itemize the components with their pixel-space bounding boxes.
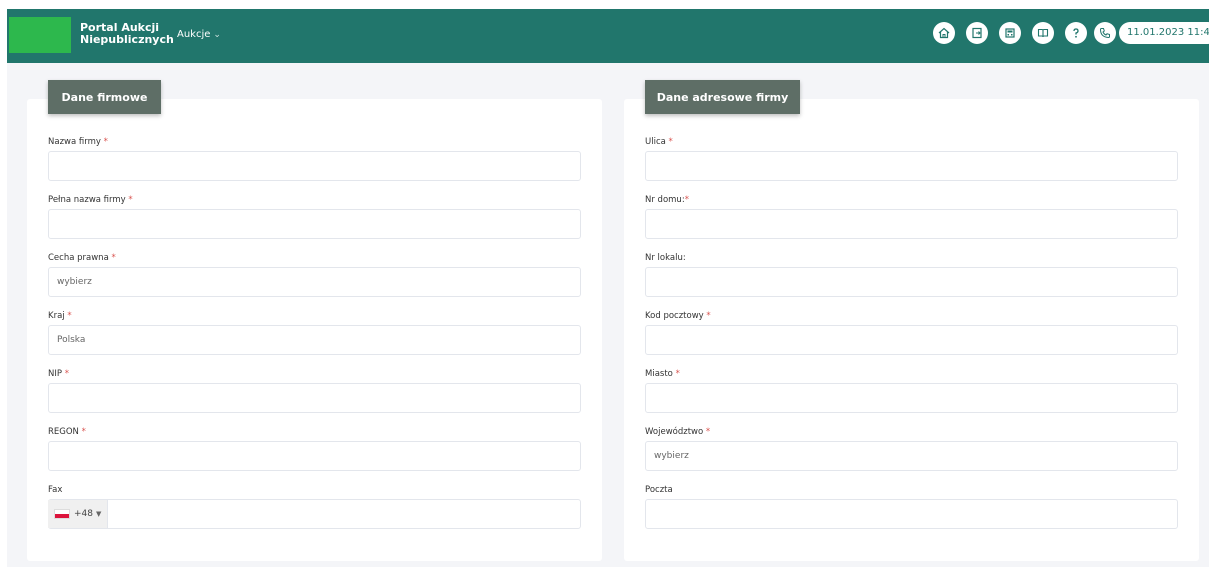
book-icon[interactable] xyxy=(1032,22,1054,44)
required-marker: * xyxy=(675,369,680,379)
house-number-input[interactable] xyxy=(645,209,1178,239)
post-office-input[interactable] xyxy=(645,499,1178,529)
logout-icon[interactable] xyxy=(966,22,988,44)
logo[interactable] xyxy=(9,17,71,53)
address-card-title: Dane adresowe firmy xyxy=(645,80,800,114)
label-text: Nr domu: xyxy=(645,195,685,205)
required-marker: * xyxy=(668,137,673,147)
required-marker: * xyxy=(67,311,72,321)
full-company-name-input[interactable] xyxy=(48,209,581,239)
label-text: REGON xyxy=(48,427,79,437)
menu-aukcje[interactable]: Aukcje ⌄ xyxy=(177,29,221,40)
home-icon[interactable] xyxy=(933,22,955,44)
label-text: Kod pocztowy xyxy=(645,311,704,321)
regon-label: REGON * xyxy=(48,427,86,437)
datetime-display: 11.01.2023 11:46:05 xyxy=(1119,22,1209,44)
caret-down-icon: ▼ xyxy=(96,510,102,518)
label-text: Poczta xyxy=(645,485,673,495)
label-text: Województwo xyxy=(645,427,704,437)
fax-input[interactable] xyxy=(48,499,581,529)
label-text: Cecha prawna xyxy=(48,253,109,263)
street-label: Ulica * xyxy=(645,137,673,147)
label-text: Miasto xyxy=(645,369,673,379)
postal-code-input[interactable] xyxy=(645,325,1178,355)
brand-title[interactable]: Portal Aukcji Niepublicznych xyxy=(80,22,174,46)
menu-label: Aukcje xyxy=(177,29,211,40)
label-text: Ulica xyxy=(645,137,666,147)
required-marker: * xyxy=(128,195,133,205)
legal-form-select[interactable]: wybierz xyxy=(48,267,581,297)
country-label: Kraj * xyxy=(48,311,72,321)
post-office-label: Poczta xyxy=(645,485,673,495)
required-marker: * xyxy=(705,427,711,437)
nip-label: NIP * xyxy=(48,369,69,379)
required-marker: * xyxy=(111,253,116,263)
company-card-title: Dane firmowe xyxy=(48,80,161,114)
required-marker: * xyxy=(706,311,711,321)
city-input[interactable] xyxy=(645,383,1178,413)
label-text: Kraj xyxy=(48,311,65,321)
help-icon[interactable] xyxy=(1065,22,1087,44)
country-select[interactable]: Polska xyxy=(48,325,581,355)
label-text: Nr lokalu: xyxy=(645,253,686,263)
label-text: Nazwa firmy xyxy=(48,137,101,147)
voivodeship-label: Województwo * xyxy=(645,427,710,437)
top-navbar: Portal Aukcji Niepublicznych Aukcje ⌄ 11.… xyxy=(7,9,1209,63)
chevron-down-icon: ⌄ xyxy=(213,30,221,40)
required-marker: * xyxy=(684,195,689,205)
required-marker: * xyxy=(103,137,108,147)
apartment-number-input[interactable] xyxy=(645,267,1178,297)
voivodeship-select[interactable]: wybierz xyxy=(645,441,1178,471)
brand-line-2: Niepublicznych xyxy=(80,33,174,46)
calculator-icon[interactable] xyxy=(999,22,1021,44)
label-text: NIP xyxy=(48,369,62,379)
city-label: Miasto * xyxy=(645,369,680,379)
required-marker: * xyxy=(64,369,69,379)
full-company-name-label: Pełna nazwa firmy * xyxy=(48,195,133,205)
company-name-label: Nazwa firmy * xyxy=(48,137,108,147)
required-marker: * xyxy=(81,427,86,437)
company-name-input[interactable] xyxy=(48,151,581,181)
label-text: Pełna nazwa firmy xyxy=(48,195,126,205)
country-code-dropdown[interactable]: +48 ▼ xyxy=(48,500,108,528)
postal-code-label: Kod pocztowy * xyxy=(645,311,711,321)
phone-prefix-value: +48 xyxy=(74,509,93,519)
street-input[interactable] xyxy=(645,151,1178,181)
label-text: Fax xyxy=(48,485,63,495)
house-number-label: Nr domu:* xyxy=(645,195,689,205)
fax-label: Fax xyxy=(48,485,62,495)
phone-icon[interactable] xyxy=(1094,22,1116,44)
regon-input[interactable] xyxy=(48,441,581,471)
apartment-number-label: Nr lokalu: xyxy=(645,253,686,263)
poland-flag-icon xyxy=(54,509,70,519)
nip-input[interactable] xyxy=(48,383,581,413)
legal-form-label: Cecha prawna * xyxy=(48,253,116,263)
